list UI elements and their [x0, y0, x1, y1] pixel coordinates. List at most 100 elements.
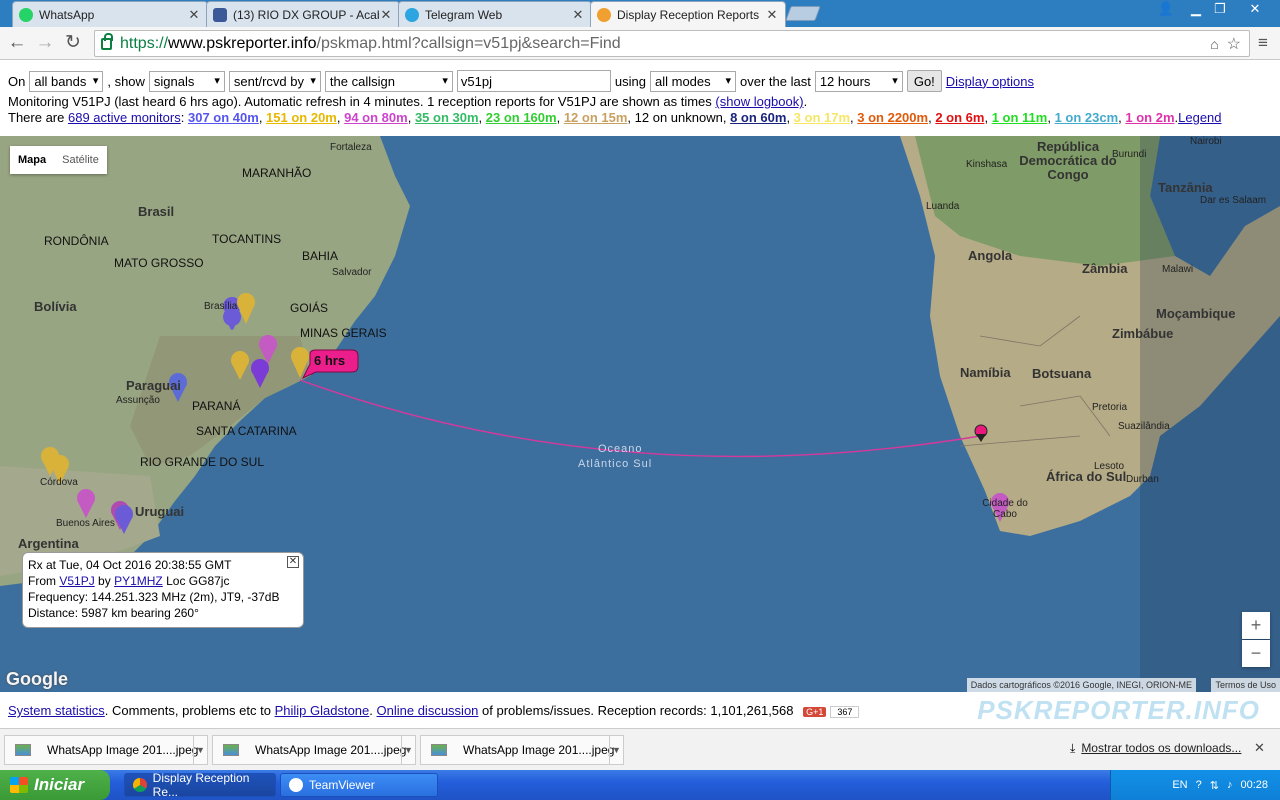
- map-label: Zâmbia: [1082, 261, 1128, 276]
- tab-telegram[interactable]: Telegram Web ✕: [398, 1, 592, 27]
- back-icon[interactable]: ←: [4, 31, 30, 55]
- band-select[interactable]: all bands: [29, 70, 104, 92]
- close-downloads-icon[interactable]: ✕: [1254, 740, 1265, 756]
- band-count-link[interactable]: 12 on 15m: [564, 110, 628, 125]
- browser-toolbar: ← → ↻ https:// www.pskreporter.info /psk…: [0, 27, 1280, 60]
- show-select[interactable]: signals: [148, 70, 225, 92]
- system-statistics-link[interactable]: System statistics: [8, 703, 105, 718]
- page-footer: System statistics. Comments, problems et…: [0, 692, 1280, 728]
- close-tab-icon[interactable]: ✕: [187, 7, 201, 23]
- band-count-link[interactable]: 35 on 30m: [415, 110, 479, 125]
- band-count-link: 12 on unknown: [634, 110, 723, 125]
- map-label: República Democrática do Congo: [1019, 139, 1117, 182]
- map-label: MATO GROSSO: [114, 256, 204, 270]
- map-label: Zimbábue: [1112, 326, 1174, 341]
- info-by-callsign[interactable]: PY1MHZ: [114, 574, 163, 588]
- marker-pin[interactable]: [77, 489, 95, 518]
- v51pj-station-marker[interactable]: [974, 424, 988, 442]
- network-icon[interactable]: ⇅: [1210, 779, 1219, 792]
- monitors-prefix: There are: [8, 110, 65, 125]
- band-count-link[interactable]: 94 on 80m: [344, 110, 408, 125]
- terms-link[interactable]: Termos de Uso: [1211, 678, 1280, 692]
- map-label: MARANHÃO: [242, 166, 312, 180]
- clock[interactable]: 00:28: [1240, 779, 1268, 791]
- band-count-link[interactable]: 23 on 160m: [486, 110, 557, 125]
- restore-button[interactable]: ❐: [1206, 0, 1234, 18]
- band-count-link[interactable]: 3 on 17m: [794, 110, 850, 125]
- download-item[interactable]: WhatsApp Image 201....jpeg ▼: [4, 735, 208, 765]
- download-item[interactable]: WhatsApp Image 201....jpeg ▼: [420, 735, 624, 765]
- marker-pin[interactable]: [115, 505, 133, 534]
- legend-link[interactable]: Legend: [1178, 108, 1221, 127]
- menu-icon[interactable]: ≡: [1250, 31, 1276, 55]
- band-count-link[interactable]: 8 on 60m: [730, 110, 786, 125]
- show-all-downloads[interactable]: ⤓ Mostrar todos os downloads...: [1070, 741, 1241, 756]
- reception-records-text: of problems/issues. Reception records: 1…: [482, 703, 794, 718]
- help-icon[interactable]: ?: [1196, 779, 1202, 791]
- close-tab-icon[interactable]: ✕: [765, 7, 779, 23]
- map-label: Angola: [968, 248, 1013, 263]
- tab-pskreporter[interactable]: Display Reception Reports ✕: [590, 1, 786, 27]
- footer-text: . Comments, problems etc to: [104, 703, 271, 718]
- download-filename: WhatsApp Image 201....jpeg: [463, 743, 615, 757]
- mode-select[interactable]: all modes: [650, 70, 736, 92]
- band-count-link[interactable]: 307 on 40m: [188, 110, 259, 125]
- zoom-out-button[interactable]: −: [1242, 640, 1270, 667]
- close-tab-icon[interactable]: ✕: [379, 7, 393, 23]
- active-monitors-link[interactable]: 689 active monitors: [68, 108, 181, 127]
- taskbar-teamviewer[interactable]: TeamViewer: [280, 773, 438, 797]
- display-options-link[interactable]: Display options: [946, 72, 1034, 91]
- taskbar-chrome[interactable]: Display Reception Re...: [124, 771, 276, 799]
- period-select[interactable]: 12 hours: [814, 70, 903, 92]
- google-logo: Google: [6, 669, 68, 689]
- user-icon[interactable]: 👤: [1152, 0, 1180, 18]
- download-filename: WhatsApp Image 201....jpeg: [255, 743, 407, 757]
- start-button[interactable]: Iniciar: [0, 770, 110, 800]
- go-button[interactable]: Go!: [906, 70, 942, 92]
- language-indicator[interactable]: EN: [1172, 779, 1187, 791]
- close-icon[interactable]: ✕: [287, 556, 299, 568]
- show-label: , show: [107, 73, 145, 89]
- tab-whatsapp[interactable]: WhatsApp ✕: [12, 1, 208, 27]
- close-tab-icon[interactable]: ✕: [571, 7, 585, 23]
- author-link[interactable]: Philip Gladstone: [275, 703, 370, 718]
- map-type-map[interactable]: Mapa: [10, 146, 54, 174]
- band-count-link[interactable]: 1 on 2m: [1125, 110, 1174, 125]
- volume-icon[interactable]: ♪: [1227, 779, 1233, 791]
- marker-pin[interactable]: [231, 351, 249, 380]
- reception-map[interactable]: 6 hrs Fortaleza MARANHÃO Brasil TOCANTINS RO…: [0, 136, 1280, 692]
- band-count-link[interactable]: 3 on 2200m: [857, 110, 928, 125]
- map-label: Fortaleza: [330, 142, 372, 153]
- band-count-link[interactable]: 1 on 11m: [992, 110, 1048, 125]
- direction-select[interactable]: sent/rcvd by: [228, 70, 321, 92]
- callsign-input[interactable]: v51pj: [456, 70, 611, 92]
- address-bar[interactable]: https:// www.pskreporter.info /pskmap.ht…: [94, 30, 1250, 57]
- download-menu-icon[interactable]: ▼: [609, 736, 623, 764]
- zoom-in-button[interactable]: +: [1242, 612, 1270, 639]
- translate-icon[interactable]: ⌂: [1210, 36, 1218, 52]
- online-discussion-link[interactable]: Online discussion: [377, 703, 479, 718]
- on-label: On: [8, 73, 26, 89]
- close-window-button[interactable]: ✕: [1240, 0, 1270, 18]
- band-count-link[interactable]: 2 on 6m: [935, 110, 984, 125]
- tab-facebook[interactable]: (13) RIO DX GROUP - Acabo ✕: [206, 1, 400, 27]
- target-select[interactable]: the callsign: [324, 70, 453, 92]
- map-type-satellite[interactable]: Satélite: [54, 146, 107, 174]
- url-host: www.pskreporter.info: [168, 34, 317, 52]
- reload-icon[interactable]: ↻: [60, 31, 86, 55]
- info-from-callsign[interactable]: V51PJ: [59, 574, 94, 588]
- band-count-link[interactable]: 1 on 23cm: [1055, 110, 1119, 125]
- star-icon[interactable]: ☆: [1227, 34, 1241, 54]
- forward-icon[interactable]: →: [32, 31, 58, 55]
- gplus-button[interactable]: G+1: [803, 706, 827, 717]
- map-label: Namíbia: [960, 365, 1011, 380]
- download-menu-icon[interactable]: ▼: [401, 736, 415, 764]
- download-item[interactable]: WhatsApp Image 201....jpeg ▼: [212, 735, 416, 765]
- new-tab-button[interactable]: [785, 6, 821, 21]
- map-label: Dar es Salaam: [1200, 195, 1267, 206]
- show-all-downloads-link[interactable]: Mostrar todos os downloads...: [1081, 741, 1241, 755]
- band-count-link[interactable]: 151 on 20m: [266, 110, 337, 125]
- info-distance: Distance: 5987 km bearing 260°: [28, 606, 199, 620]
- marker-pin[interactable]: [251, 359, 269, 388]
- download-menu-icon[interactable]: ▼: [193, 736, 207, 764]
